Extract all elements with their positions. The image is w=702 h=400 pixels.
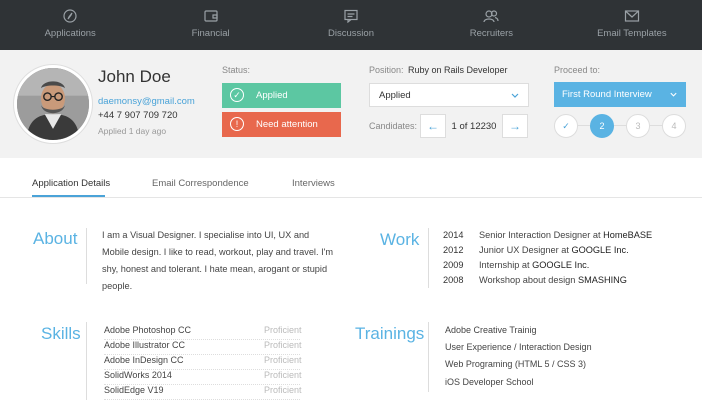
step-3[interactable]: 3 — [626, 114, 650, 138]
candidate-pager: 1 of 12230 — [451, 120, 497, 132]
compass-icon — [63, 9, 77, 23]
proceed-dropdown-button[interactable]: First Round Interview — [554, 82, 686, 107]
nav-label: Recruiters — [469, 28, 514, 39]
skill-row: Adobe Illustrator CC Proficient — [104, 340, 302, 355]
skill-row: Adobe Photoshop CC Proficient — [104, 325, 302, 340]
work-title: Work — [380, 230, 420, 249]
next-candidate-button[interactable]: → — [502, 114, 528, 138]
avatar — [14, 65, 92, 143]
work-item: 2012 Junior UX Designer at GOOGLE Inc. — [443, 245, 629, 255]
work-company: GOOGLE Inc. — [532, 260, 590, 270]
status-applied-label: Applied — [256, 90, 288, 101]
status-select-value: Applied — [379, 89, 411, 101]
step-1[interactable]: ✓ — [554, 114, 578, 138]
skill-level: Proficient — [264, 385, 302, 395]
skills-title: Skills — [41, 324, 81, 343]
work-year: 2009 — [443, 260, 464, 270]
nav-label: Email Templates — [597, 28, 667, 39]
training-item: Web Programing (HTML 5 / CSS 3) — [445, 359, 587, 369]
nav-label: Applications — [44, 28, 96, 39]
nav-item-applications[interactable]: Applications — [0, 0, 140, 50]
trainings-divider — [428, 322, 429, 392]
work-year: 2008 — [443, 275, 464, 285]
tab-bar: Application Details Email Correspondence… — [0, 158, 702, 198]
skill-name: Adobe Photoshop CC — [104, 325, 192, 335]
skill-level: Proficient — [264, 340, 302, 350]
work-role: Internship at — [479, 260, 530, 270]
step-connector — [566, 125, 674, 126]
check-circle-icon: ✓ — [230, 88, 244, 102]
tab-interviews[interactable]: Interviews — [292, 178, 335, 189]
training-item: iOS Developer School — [445, 377, 534, 387]
skill-row: SolidWorks 2014 Proficient — [104, 370, 302, 385]
skill-name: Adobe InDesign CC — [104, 355, 184, 365]
training-item: Adobe Creative Trainig — [445, 325, 537, 335]
trainings-title: Trainings — [355, 324, 425, 343]
work-item: 2008 Workshop about design SMASHING — [443, 275, 627, 285]
work-role: Workshop about design — [479, 275, 576, 285]
applied-timestamp: Applied 1 day ago — [98, 126, 167, 136]
chevron-down-icon — [511, 93, 519, 98]
candidate-header: John Doe daemonsy@gmail.com +44 7 907 70… — [0, 50, 702, 158]
nav-label: Financial — [191, 28, 230, 39]
skill-name: Adobe Illustrator CC — [104, 340, 186, 350]
wallet-icon — [204, 10, 218, 22]
work-role: Junior UX Designer at — [479, 245, 569, 255]
nav-item-recruiters[interactable]: Recruiters — [421, 0, 561, 50]
arrow-left-icon: ← — [427, 119, 439, 133]
proceed-label: Proceed to: — [554, 65, 601, 75]
candidate-email-link[interactable]: daemonsy@gmail.com — [98, 96, 195, 107]
arrow-right-icon: → — [509, 119, 521, 133]
work-company: HomeBASE — [603, 230, 653, 240]
work-company: GOOGLE Inc. — [571, 245, 629, 255]
status-label: Status: — [222, 65, 251, 75]
position-label: Position: — [369, 65, 404, 75]
status-attention-label: Need attention — [256, 119, 318, 130]
envelope-icon — [624, 10, 639, 22]
work-year: 2012 — [443, 245, 464, 255]
status-applied-button[interactable]: ✓ Applied — [222, 83, 341, 108]
skills-divider — [86, 322, 87, 400]
skill-name: SolidEdge V19 — [104, 385, 164, 395]
status-attention-button[interactable]: ! Need attention — [222, 112, 341, 137]
nav-item-email-templates[interactable]: Email Templates — [562, 0, 702, 50]
alert-circle-icon: ! — [230, 117, 244, 131]
step-4[interactable]: 4 — [662, 114, 686, 138]
candidate-name: John Doe — [98, 67, 171, 86]
proceed-button-label: First Round Interview — [562, 89, 652, 100]
top-nav: Applications Financial Discussion Recrui… — [0, 0, 702, 50]
nav-label: Discussion — [328, 28, 374, 39]
skill-level: Proficient — [264, 355, 302, 365]
prev-candidate-button[interactable]: ← — [420, 114, 446, 138]
status-select[interactable]: Applied — [369, 83, 529, 107]
step-2[interactable]: 2 — [590, 114, 614, 138]
work-item: 2014 Senior Interaction Designer at HomeB… — [443, 230, 652, 240]
skill-row: Adobe InDesign CC Proficient — [104, 355, 302, 370]
work-year: 2014 — [443, 230, 464, 240]
work-divider — [428, 228, 429, 288]
work-role: Senior Interaction Designer at — [479, 230, 601, 240]
nav-item-discussion[interactable]: Discussion — [281, 0, 421, 50]
work-company: SMASHING — [577, 275, 627, 285]
nav-item-financial[interactable]: Financial — [140, 0, 280, 50]
chat-icon — [344, 9, 358, 23]
position-value: Ruby on Rails Developer — [408, 65, 508, 75]
avatar-photo — [17, 68, 89, 140]
skill-level: Proficient — [264, 370, 302, 380]
skill-level: Proficient — [264, 325, 302, 335]
about-title: About — [33, 229, 78, 248]
candidate-phone: +44 7 907 709 720 — [98, 110, 178, 121]
tab-application-details[interactable]: Application Details — [32, 178, 110, 189]
work-item: 2009 Internship at GOOGLE Inc. — [443, 260, 589, 270]
about-divider — [86, 228, 87, 284]
active-tab-indicator — [32, 195, 105, 197]
skill-row: SolidEdge V19 Proficient — [104, 385, 302, 400]
skill-name: SolidWorks 2014 — [104, 370, 172, 380]
tab-email-correspondence[interactable]: Email Correspondence — [152, 178, 249, 189]
about-text: I am a Visual Designer. I specialise int… — [102, 230, 334, 291]
chevron-down-icon — [670, 92, 677, 97]
candidates-label: Candidates: — [369, 121, 418, 131]
users-icon — [483, 10, 500, 23]
training-item: User Experience / Interaction Design — [445, 342, 592, 352]
